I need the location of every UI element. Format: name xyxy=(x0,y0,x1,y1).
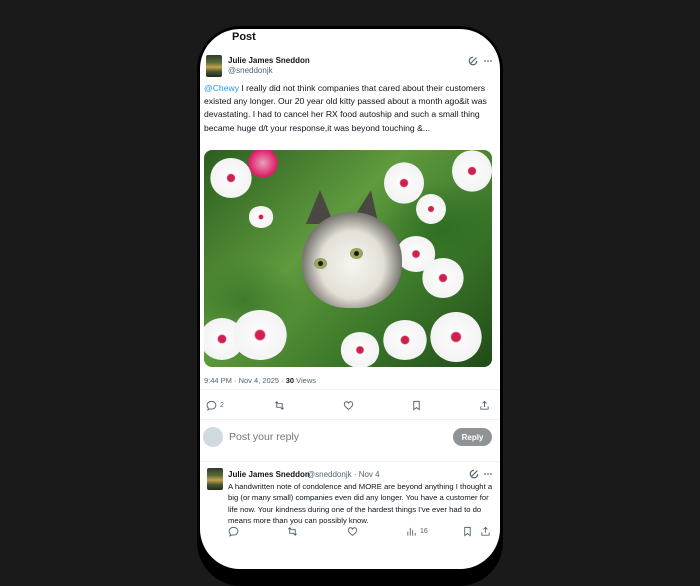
repost-button[interactable] xyxy=(274,400,285,411)
repost-icon xyxy=(288,527,297,536)
share-icon xyxy=(480,400,489,410)
bookmark-icon xyxy=(413,400,420,411)
reply-count: 2 xyxy=(220,402,224,409)
grok-icon[interactable] xyxy=(469,469,479,479)
reply-input[interactable] xyxy=(229,431,429,443)
divider xyxy=(200,389,500,390)
reply-author-handle[interactable]: @sneddonjk · Nov 4 xyxy=(307,470,380,479)
author-handle[interactable]: @sneddonjk xyxy=(228,66,273,75)
flower xyxy=(422,258,464,298)
flower xyxy=(452,150,492,192)
author-avatar[interactable] xyxy=(206,55,222,77)
post-screen: Post Julie James Sneddon @sneddonjk @Che… xyxy=(200,29,500,569)
post-timestamp[interactable]: 9:44 PM · Nov 4, 2025 · xyxy=(204,376,286,385)
post-photo[interactable] xyxy=(204,150,492,367)
more-icon[interactable] xyxy=(483,56,493,66)
bookmark-icon xyxy=(464,526,471,537)
share-button[interactable] xyxy=(479,400,490,411)
post-body: I really did not think companies that ca… xyxy=(204,83,487,133)
flower xyxy=(382,320,428,360)
divider xyxy=(200,419,500,420)
bookmark-button[interactable] xyxy=(411,400,422,411)
repost-icon xyxy=(275,401,284,410)
reply-bookmark-button[interactable] xyxy=(462,526,473,537)
views-label: Views xyxy=(294,376,317,385)
top-bar: Post xyxy=(200,29,500,45)
views-count: 30 xyxy=(285,376,295,385)
reply-reply-button[interactable] xyxy=(228,526,239,537)
post-text: @Chewy I really did not think companies … xyxy=(204,82,494,135)
flower xyxy=(384,162,424,204)
divider xyxy=(200,461,500,462)
more-icon[interactable] xyxy=(483,469,493,479)
reply-like-button[interactable] xyxy=(347,526,358,537)
reply-submit-button[interactable]: Reply xyxy=(453,428,492,446)
mention-link[interactable]: @Chewy xyxy=(204,83,239,93)
reply-repost-button[interactable] xyxy=(287,526,298,537)
flower xyxy=(248,206,274,228)
reply-share-button[interactable] xyxy=(480,526,491,537)
my-avatar xyxy=(203,427,223,447)
reply-button[interactable]: 2 xyxy=(206,400,224,411)
grok-icon[interactable] xyxy=(468,56,478,66)
reply-icon xyxy=(206,400,217,411)
author-name[interactable]: Julie James Sneddon xyxy=(228,56,310,65)
flower xyxy=(430,312,482,362)
page-title: Post xyxy=(232,31,256,43)
reply-views-button[interactable]: 16 xyxy=(406,526,428,537)
reply-icon xyxy=(228,526,239,537)
reply-author-avatar[interactable] xyxy=(207,468,223,490)
views-icon xyxy=(407,527,416,536)
like-icon xyxy=(347,527,358,536)
reply-body: A handwritten note of condolence and MOR… xyxy=(228,482,493,525)
cat-eye xyxy=(350,248,363,259)
like-button[interactable] xyxy=(343,400,354,411)
like-icon xyxy=(343,401,354,410)
flower xyxy=(232,310,288,360)
reply-author-name[interactable]: Julie James Sneddon xyxy=(228,470,310,479)
share-icon xyxy=(481,526,490,536)
flower xyxy=(210,158,252,198)
reply-views-count: 16 xyxy=(420,528,428,535)
post-meta: 9:44 PM · Nov 4, 2025 · 30 Views xyxy=(204,376,316,385)
cat-eye xyxy=(314,258,327,269)
flower xyxy=(340,332,380,367)
flower xyxy=(416,194,446,224)
